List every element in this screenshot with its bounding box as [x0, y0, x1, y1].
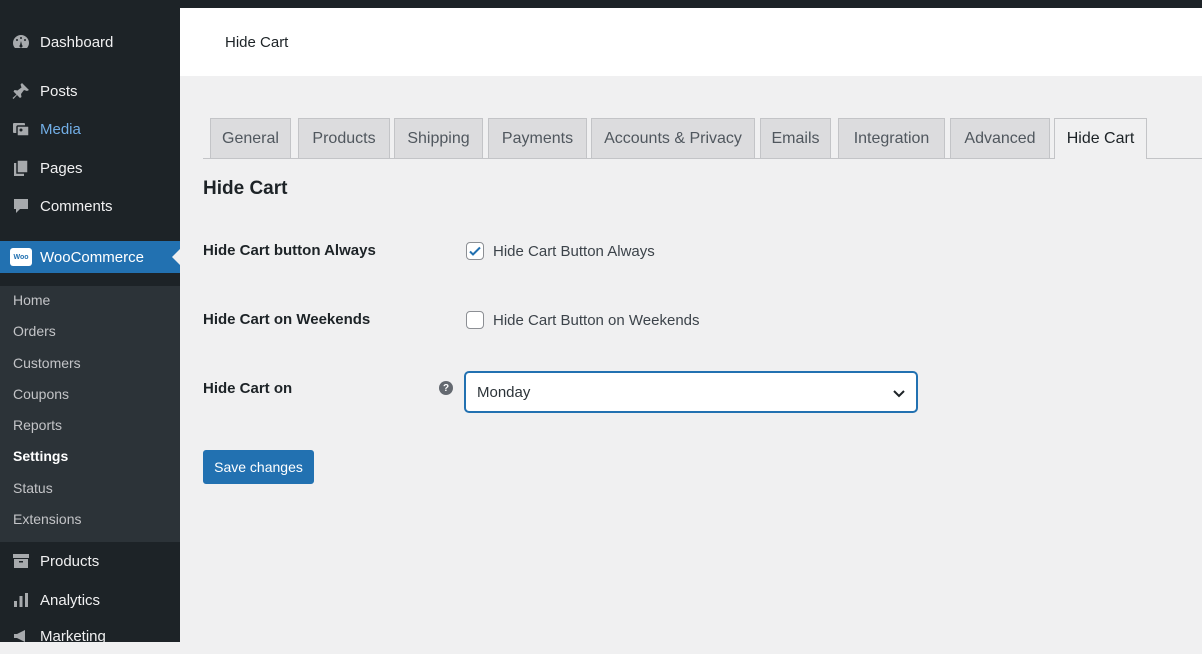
- submenu-home[interactable]: Home: [13, 292, 50, 308]
- sidebar-item-label: Media: [40, 120, 81, 138]
- hide-cart-always-checkbox-label[interactable]: Hide Cart Button Always: [493, 243, 655, 260]
- admin-bar: [0, 0, 1202, 8]
- hide-cart-always-checkbox[interactable]: [466, 242, 484, 260]
- sidebar-item-dashboard[interactable]: Dashboard: [0, 24, 180, 60]
- select-value: Monday: [477, 384, 531, 401]
- label-hide-cart-weekends: Hide Cart on Weekends: [203, 311, 371, 328]
- submenu-customers[interactable]: Customers: [13, 355, 81, 371]
- archive-icon: [10, 551, 32, 571]
- pin-icon: [10, 81, 32, 101]
- label-hide-cart-on: Hide Cart on: [203, 380, 293, 397]
- checkmark-icon: [469, 246, 481, 256]
- tab-advanced[interactable]: Advanced: [950, 118, 1050, 158]
- comment-icon: [10, 196, 32, 216]
- sidebar-item-marketing[interactable]: Marketing: [0, 618, 180, 654]
- pages-icon: [10, 158, 32, 178]
- tab-shipping[interactable]: Shipping: [394, 118, 483, 158]
- hide-cart-weekends-checkbox-label[interactable]: Hide Cart Button on Weekends: [493, 312, 700, 329]
- hide-cart-day-select[interactable]: Monday: [465, 372, 917, 412]
- sidebar-item-label: Dashboard: [40, 33, 114, 51]
- sidebar-item-label: WooCommerce: [40, 248, 144, 266]
- submenu-orders[interactable]: Orders: [13, 323, 56, 339]
- sidebar-item-label: Pages: [40, 159, 83, 177]
- submenu-extensions[interactable]: Extensions: [13, 511, 81, 527]
- tab-divider: [203, 158, 1202, 159]
- submenu-reports[interactable]: Reports: [13, 417, 62, 433]
- chevron-down-icon: [893, 390, 905, 398]
- sidebar-item-products[interactable]: Products: [0, 543, 180, 579]
- tab-emails[interactable]: Emails: [760, 118, 831, 158]
- current-menu-arrow: [172, 249, 180, 265]
- media-icon: [10, 119, 32, 139]
- tab-integration[interactable]: Integration: [838, 118, 945, 158]
- admin-sidebar: Dashboard Posts Media Pages Comments Woo…: [0, 0, 180, 645]
- label-hide-cart-always: Hide Cart button Always: [203, 242, 376, 259]
- submenu-settings[interactable]: Settings: [13, 448, 68, 464]
- section-title: Hide Cart: [203, 178, 288, 199]
- tab-accounts-privacy[interactable]: Accounts & Privacy: [591, 118, 755, 158]
- sidebar-item-label: Products: [40, 552, 100, 570]
- tab-general[interactable]: General: [210, 118, 291, 158]
- woocommerce-submenu: Home Orders Customers Coupons Reports Se…: [0, 286, 180, 542]
- page-header: Hide Cart: [180, 8, 1202, 76]
- bar-chart-icon: [10, 590, 32, 610]
- sidebar-item-label: Posts: [40, 82, 78, 100]
- sidebar-item-comments[interactable]: Comments: [0, 188, 180, 224]
- help-icon[interactable]: ?: [439, 381, 453, 395]
- megaphone-icon: [10, 626, 32, 646]
- sidebar-item-analytics[interactable]: Analytics: [0, 582, 180, 618]
- tab-products[interactable]: Products: [298, 118, 390, 158]
- save-changes-button[interactable]: Save changes: [203, 450, 314, 484]
- sidebar-item-label: Analytics: [40, 591, 101, 609]
- submenu-coupons[interactable]: Coupons: [13, 386, 69, 402]
- tab-payments[interactable]: Payments: [488, 118, 587, 158]
- sidebar-item-posts[interactable]: Posts: [0, 73, 180, 109]
- woo-icon: Woo: [10, 247, 32, 267]
- hide-cart-weekends-checkbox[interactable]: [466, 311, 484, 329]
- sidebar-item-pages[interactable]: Pages: [0, 150, 180, 186]
- submenu-status[interactable]: Status: [13, 480, 53, 496]
- sidebar-item-woocommerce[interactable]: Woo WooCommerce: [0, 241, 180, 273]
- sidebar-item-label: Comments: [40, 197, 113, 215]
- sidebar-item-media[interactable]: Media: [0, 111, 180, 147]
- dashboard-icon: [10, 32, 32, 52]
- page-title: Hide Cart: [225, 34, 289, 51]
- tab-hide-cart[interactable]: Hide Cart: [1054, 118, 1147, 159]
